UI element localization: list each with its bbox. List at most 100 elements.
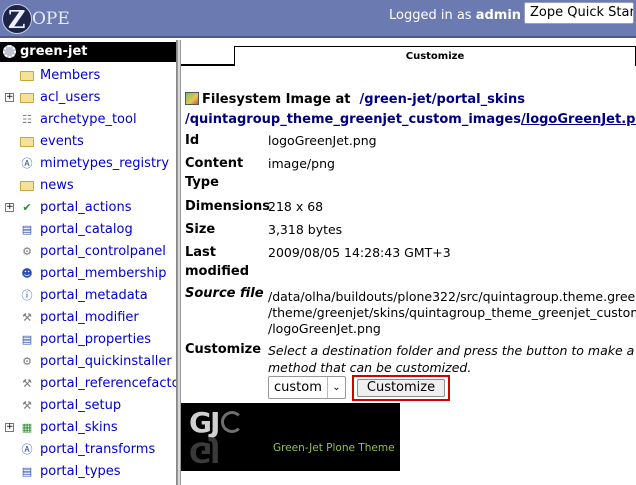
filesystem-image-icon bbox=[185, 92, 199, 105]
expand-icon[interactable]: + bbox=[5, 203, 14, 212]
destination-folder-value: custom bbox=[274, 380, 322, 395]
last-modified-label-line1: Last bbox=[185, 245, 217, 260]
tree-item-portal-skins[interactable]: + ▦ portal_skins bbox=[0, 417, 176, 439]
zope-logo[interactable]: Z OPE bbox=[2, 4, 112, 34]
wrench-icon: ⚒ bbox=[22, 377, 32, 390]
tree-item-portal-properties[interactable]: ▤ portal_properties bbox=[0, 329, 176, 351]
wrench-icon: ⚒ bbox=[22, 399, 32, 412]
source-file-label: Source file bbox=[185, 286, 264, 301]
logged-in-user: admin bbox=[475, 8, 522, 23]
tree-item-label: portal_membership bbox=[40, 266, 167, 281]
properties-icon: ▤ bbox=[21, 333, 33, 346]
tree-item-label: portal_properties bbox=[40, 332, 152, 347]
source-file-line3: /logoGreenJet.png bbox=[268, 321, 381, 336]
preview-logo-text: GJ bbox=[189, 406, 220, 439]
transforms-icon: Ⓐ bbox=[21, 443, 33, 456]
tree-item-members[interactable]: Members bbox=[0, 65, 176, 87]
content-type-label-line1: Content bbox=[185, 156, 244, 171]
tree-item-acl-users[interactable]: + acl_users bbox=[0, 87, 176, 109]
catalog-icon: ▤ bbox=[21, 223, 33, 236]
tree-item-label: archetype_tool bbox=[40, 112, 137, 127]
site-root-icon bbox=[3, 45, 16, 58]
customize-button-highlight: Customize bbox=[352, 375, 450, 401]
tree-item-portal-transforms[interactable]: Ⓐportal_transforms bbox=[0, 439, 176, 461]
tree-item-portal-catalog[interactable]: ▤ portal_catalog bbox=[0, 219, 176, 241]
tree-item-label: portal_metadata bbox=[40, 288, 148, 303]
tree-root-label: green-jet bbox=[20, 44, 88, 59]
tree-item-portal-membership[interactable]: ☻ portal_membership bbox=[0, 263, 176, 285]
tree-item-portal-controlpanel[interactable]: ⚙ portal_controlpanel bbox=[0, 241, 176, 263]
tree-item-label: Members bbox=[40, 68, 101, 83]
logged-in-prefix: Logged in as bbox=[389, 8, 472, 23]
title-prefix: Filesystem Image at bbox=[202, 92, 351, 107]
tree-item-label: portal_quickinstaller bbox=[40, 354, 172, 369]
customize-help-line1: Select a destination folder and press th… bbox=[268, 343, 636, 358]
registry-icon: Ⓐ bbox=[21, 157, 33, 170]
breadcrumb-portal-skins[interactable]: /portal_skins bbox=[432, 92, 525, 107]
last-modified-label-line2: modified bbox=[185, 264, 249, 279]
tree-item-portal-quickinstaller[interactable]: ⚙ portal_quickinstaller bbox=[0, 351, 176, 373]
top-bar: Z OPE Logged in as admin Zope Quick Star… bbox=[0, 0, 636, 38]
types-icon: ▤ bbox=[21, 465, 33, 478]
tree-item-label: portal_catalog bbox=[40, 222, 133, 237]
tree-item-label: portal_actions bbox=[40, 200, 132, 215]
quick-start-select[interactable]: Zope Quick Start bbox=[524, 2, 634, 24]
tab-strip: Customize bbox=[181, 40, 636, 66]
size-value: 3,318 bytes bbox=[268, 222, 343, 237]
check-icon: ✔ bbox=[22, 201, 32, 214]
destination-folder-select[interactable]: custom ⌄ bbox=[268, 376, 346, 399]
main-panel: Customize Filesystem Image at /green-jet… bbox=[181, 40, 636, 485]
preview-tagline: Green-Jet Plone Theme bbox=[273, 442, 395, 454]
skins-icon: ▦ bbox=[21, 421, 33, 434]
tree-item-label: portal_transforms bbox=[40, 442, 156, 457]
tree-item-label: mimetypes_registry bbox=[40, 156, 170, 171]
preview-logo-reflection: GJ bbox=[189, 436, 219, 469]
tree-item-label: portal_modifier bbox=[40, 310, 139, 325]
tree-item-label: portal_skins bbox=[40, 420, 118, 435]
tree-item-portal-setup[interactable]: ⚒ portal_setup bbox=[0, 395, 176, 417]
tree-item-label: portal_setup bbox=[40, 398, 122, 413]
wrench-icon: ⚒ bbox=[22, 311, 32, 324]
folder-icon bbox=[20, 137, 34, 147]
tree-item-portal-actions[interactable]: + ✔ portal_actions bbox=[0, 197, 176, 219]
folder-icon bbox=[20, 71, 34, 81]
dimensions-label: Dimensions bbox=[185, 199, 270, 214]
expand-icon[interactable]: + bbox=[5, 423, 14, 432]
content-type-value: image/png bbox=[268, 156, 335, 171]
customize-help-line2: method that can be customized. bbox=[268, 360, 472, 375]
last-modified-value: 2009/08/05 14:28:43 GMT+3 bbox=[268, 245, 451, 260]
tree-item-label: portal_controlpanel bbox=[40, 244, 166, 259]
folder-icon bbox=[20, 93, 34, 103]
tab-customize[interactable]: Customize bbox=[234, 46, 636, 66]
chevron-down-icon: ⌄ bbox=[327, 377, 345, 398]
content-type-label-line2: Type bbox=[185, 175, 219, 190]
tree-item-label: events bbox=[40, 134, 84, 149]
customize-button[interactable]: Customize bbox=[357, 379, 445, 397]
tree-root[interactable]: green-jet bbox=[0, 42, 176, 62]
tree-item-label: acl_users bbox=[40, 90, 101, 105]
tree-item-events[interactable]: events bbox=[0, 131, 176, 153]
tree-item-portal-referencefactories[interactable]: ⚒ portal_referencefactories bbox=[0, 373, 176, 395]
tree-item-portal-metadata[interactable]: ⓘ portal_metadata bbox=[0, 285, 176, 307]
dimensions-value: 218 x 68 bbox=[268, 199, 324, 214]
breadcrumb-logo-file[interactable]: /logoGreenJet.png bbox=[521, 112, 636, 127]
logged-in-status: Logged in as admin bbox=[389, 8, 521, 23]
tree-item-portal-modifier[interactable]: ⚒ portal_modifier bbox=[0, 307, 176, 329]
tree-item-news[interactable]: news bbox=[0, 175, 176, 197]
expand-icon[interactable]: + bbox=[5, 93, 14, 102]
info-icon: ⓘ bbox=[21, 289, 33, 302]
navigation-tree: green-jet Members + acl_users ☷ archetype_to… bbox=[0, 40, 177, 485]
preview-logo-ring-icon bbox=[221, 411, 243, 433]
id-label: Id bbox=[185, 133, 200, 148]
tree-item-label: portal_types bbox=[40, 464, 121, 479]
breadcrumb-custom-images[interactable]: /quintagroup_theme_greenjet_custom_image… bbox=[185, 112, 521, 127]
controlpanel-icon: ⚙ bbox=[22, 245, 32, 258]
membership-icon: ☻ bbox=[21, 267, 33, 280]
breadcrumb-green-jet[interactable]: /green-jet bbox=[360, 92, 432, 107]
installer-icon: ⚙ bbox=[22, 355, 32, 368]
image-preview: GJ GJ Green-Jet Plone Theme bbox=[181, 403, 400, 471]
id-value: logoGreenJet.png bbox=[268, 133, 377, 148]
tree-item-mimetypes-registry[interactable]: Ⓐmimetypes_registry bbox=[0, 153, 176, 175]
tree-item-portal-types[interactable]: ▤ portal_types bbox=[0, 461, 176, 483]
tree-item-archetype-tool[interactable]: ☷ archetype_tool bbox=[0, 109, 176, 131]
